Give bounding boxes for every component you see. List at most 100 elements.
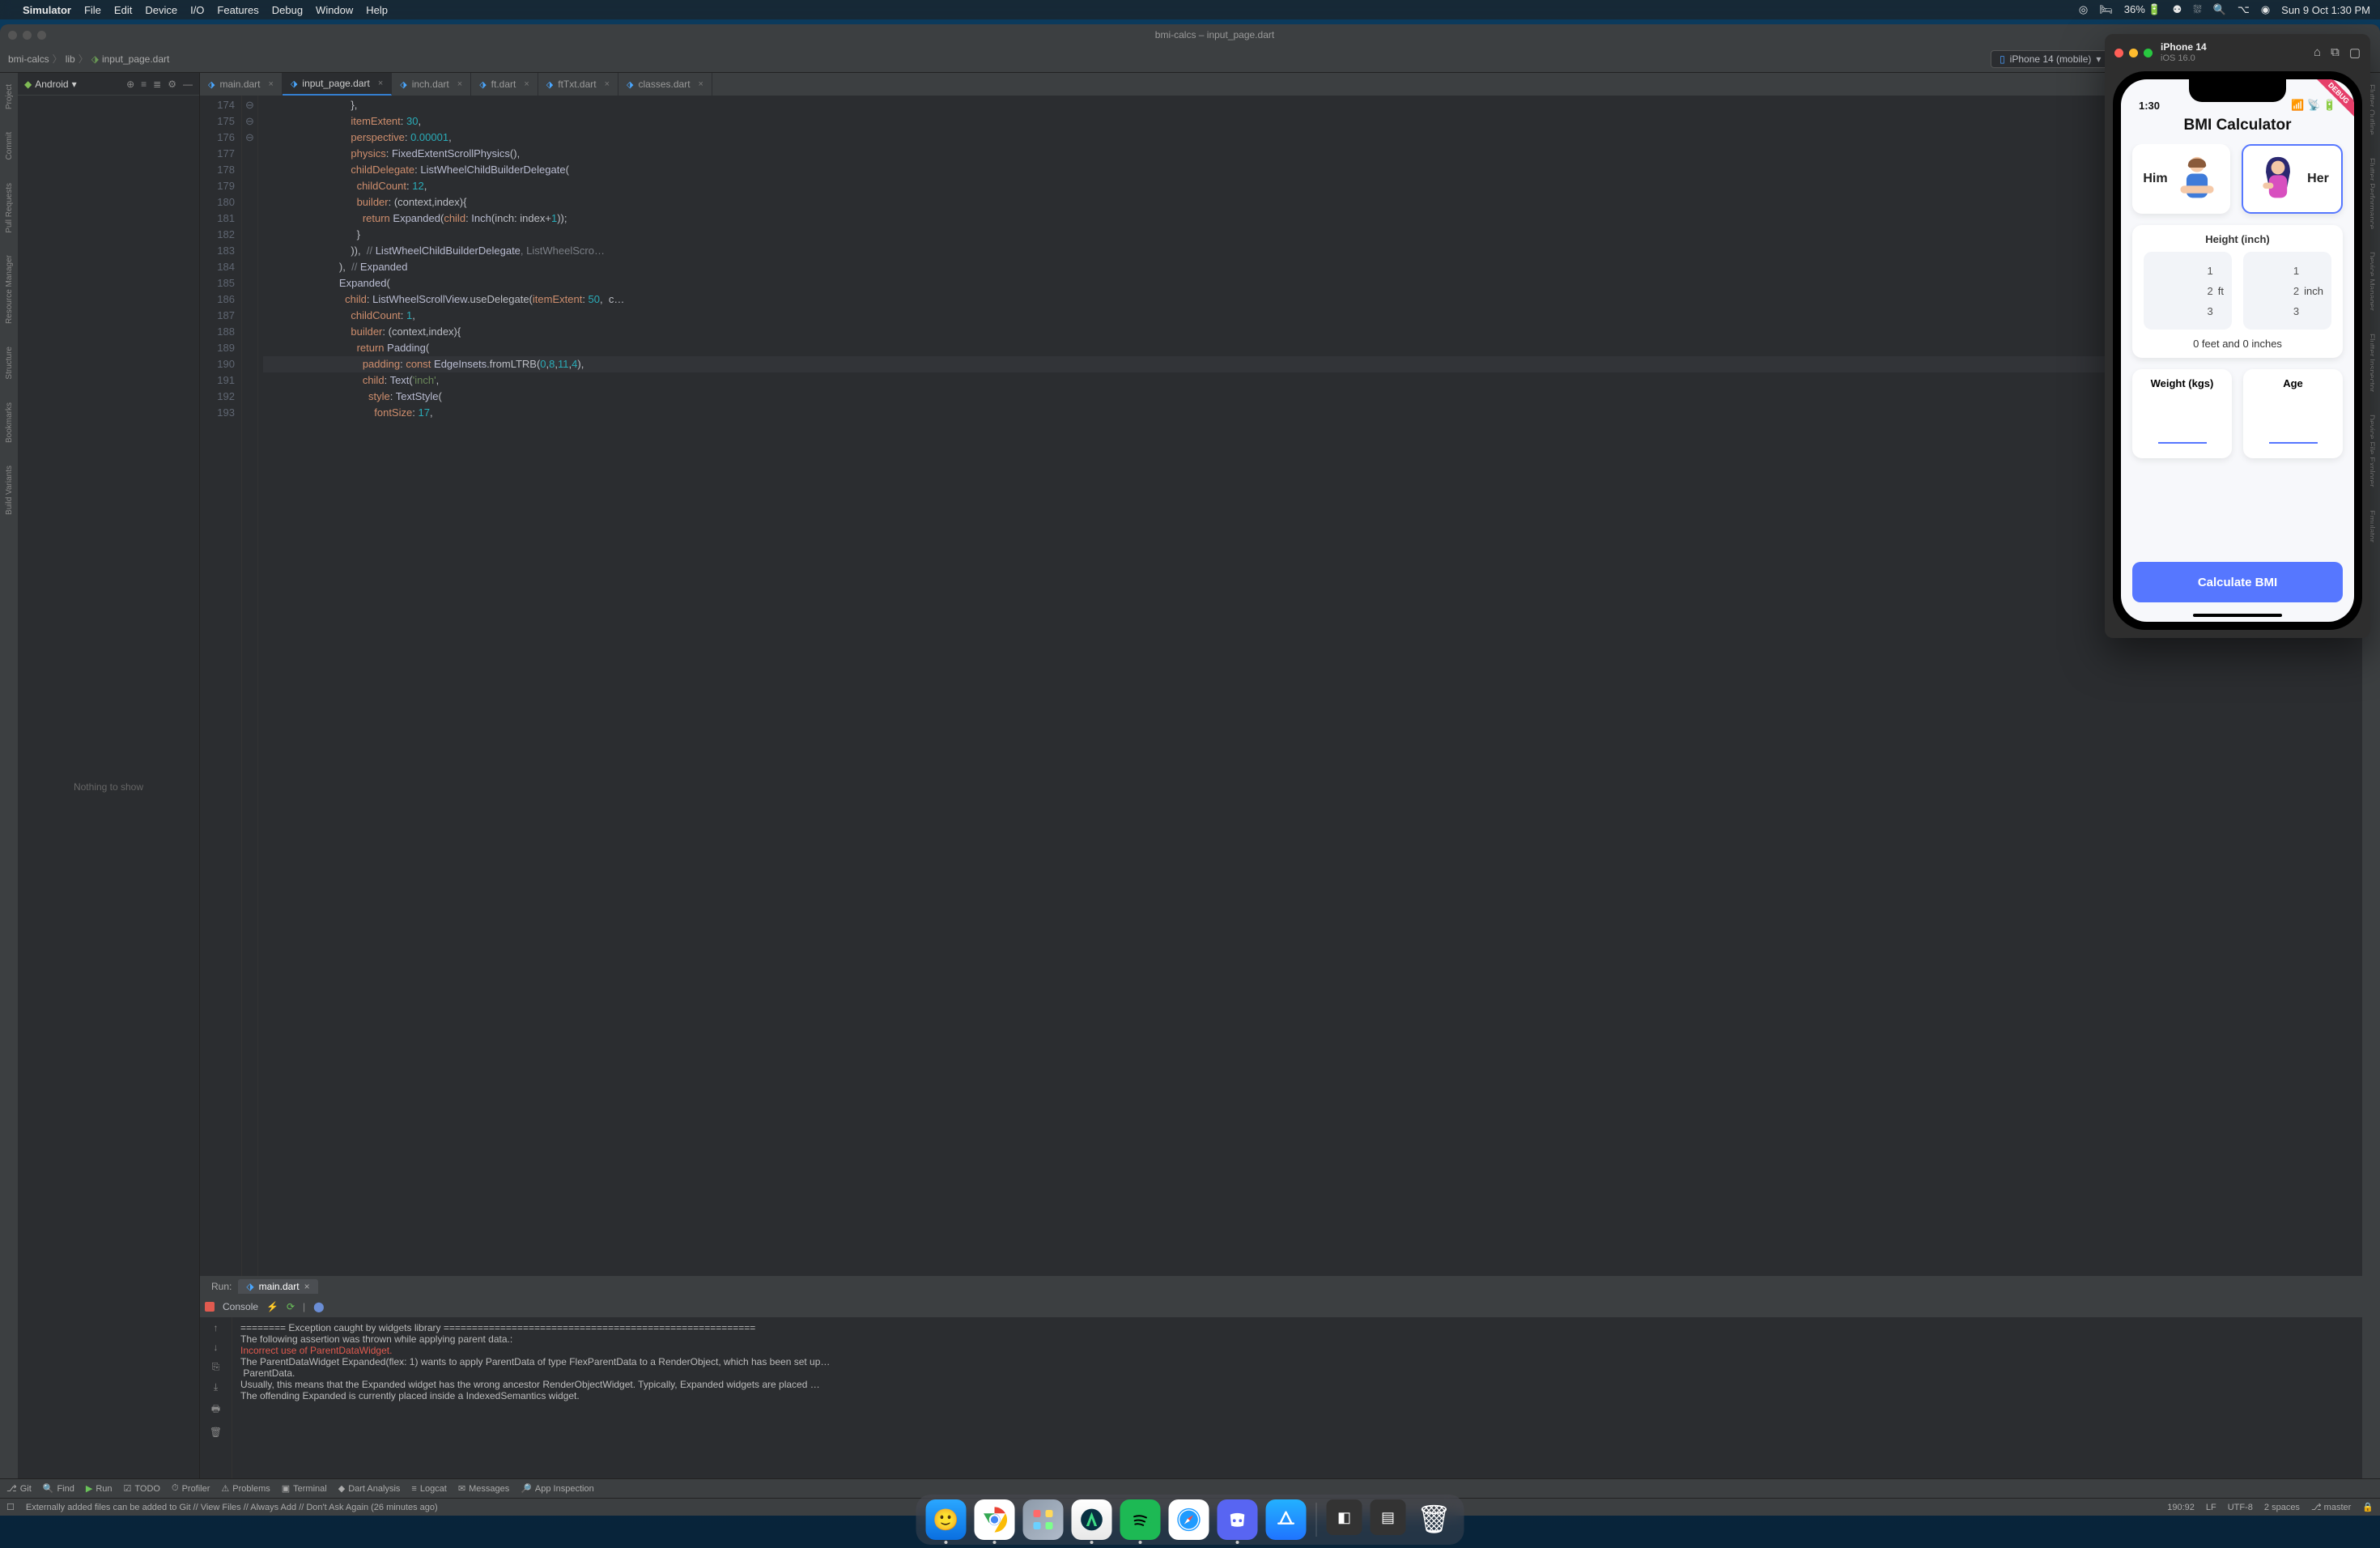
home-indicator[interactable] <box>2193 614 2282 617</box>
print-icon[interactable]: 🖶 <box>211 1401 220 1418</box>
feet-wheel[interactable]: 1 2 3 ft <box>2144 252 2232 330</box>
rail-resource-manager[interactable]: Resource Manager <box>5 252 14 327</box>
inch-wheel[interactable]: 1 2 3 inch <box>2243 252 2331 330</box>
status-lock-icon[interactable]: 🔒 <box>2362 1502 2374 1512</box>
bottom-run[interactable]: ▶ Run <box>86 1483 113 1494</box>
status-encoding[interactable]: UTF-8 <box>2228 1503 2253 1512</box>
screen-record-icon[interactable]: ◎ <box>2079 3 2088 16</box>
console-output[interactable]: ======== Exception caught by widgets lib… <box>232 1317 2362 1478</box>
tab-inch-dart[interactable]: ⬗inch.dart× <box>392 73 471 96</box>
bottom-terminal[interactable]: ▣ Terminal <box>282 1483 327 1494</box>
close-icon[interactable]: × <box>457 79 462 89</box>
rail-build-variants[interactable]: Build Variants <box>5 462 14 518</box>
bottom-profiler[interactable]: ⏱ Profiler <box>172 1483 210 1494</box>
rail-commit[interactable]: Commit <box>5 129 14 163</box>
dock-recent-2[interactable]: ▤ <box>1371 1499 1406 1535</box>
bottom-app-inspection[interactable]: 🔎 App Inspection <box>521 1483 593 1494</box>
do-not-disturb-icon[interactable]: 🛏 <box>2099 3 2113 16</box>
bottom-problems[interactable]: ⚠ Problems <box>221 1483 270 1494</box>
run-config-tab[interactable]: ⬗ main.dart × <box>238 1279 317 1294</box>
menubar-item-debug[interactable]: Debug <box>272 4 303 16</box>
dock-android-studio[interactable] <box>1072 1499 1112 1540</box>
screenshot-icon[interactable]: ⧉ <box>2331 45 2340 60</box>
tab-ft-dart[interactable]: ⬗ft.dart× <box>471 73 538 96</box>
control-center-icon[interactable]: ⌥ <box>2238 3 2250 16</box>
tab-fttxt-dart[interactable]: ⬗ftTxt.dart× <box>538 73 618 96</box>
status-branch[interactable]: ⎇ master <box>2311 1502 2351 1512</box>
expand-all-icon[interactable]: ≡ <box>141 79 147 90</box>
menubar-item-help[interactable]: Help <box>366 4 388 16</box>
rail-bookmarks[interactable]: Bookmarks <box>5 399 14 446</box>
dock-spotify[interactable] <box>1120 1499 1161 1540</box>
close-icon[interactable]: × <box>605 79 610 89</box>
rail-pull-requests[interactable]: Pull Requests <box>5 180 14 236</box>
dock-app-store[interactable] <box>1266 1499 1307 1540</box>
notification-icon[interactable]: ☐ <box>6 1502 15 1512</box>
weight-card[interactable]: Weight (kgs) <box>2132 369 2232 458</box>
menubar-item-device[interactable]: Device <box>145 4 177 16</box>
bottom-git[interactable]: ⎇ Git <box>6 1483 32 1494</box>
menubar-item-window[interactable]: Window <box>316 4 353 16</box>
dock-launchpad[interactable] <box>1023 1499 1064 1540</box>
status-line-sep[interactable]: LF <box>2206 1503 2216 1512</box>
trash-icon[interactable]: 🗑 <box>210 1427 222 1438</box>
status-caret-pos[interactable]: 190:92 <box>2167 1503 2195 1512</box>
project-view-selector[interactable]: ◆ Android ▾ <box>24 79 77 90</box>
tab-main-dart[interactable]: ⬗main.dart× <box>200 73 283 96</box>
menubar-app-name[interactable]: Simulator <box>23 4 71 16</box>
close-icon[interactable]: × <box>304 1281 310 1292</box>
home-icon[interactable]: ⌂ <box>2314 45 2321 60</box>
gender-card-her[interactable]: Her <box>2242 144 2343 214</box>
bottom-find[interactable]: 🔍 Find <box>43 1483 74 1494</box>
stop-button[interactable] <box>205 1302 215 1312</box>
device-selector[interactable]: ▯ iPhone 14 (mobile) ▾ <box>1991 50 2110 68</box>
dock-recent-1[interactable]: ◧ <box>1327 1499 1362 1535</box>
traffic-lights[interactable] <box>2114 49 2153 57</box>
close-icon[interactable]: × <box>699 79 703 89</box>
down-icon[interactable]: ↓ <box>214 1342 219 1353</box>
menubar-item-file[interactable]: File <box>84 4 101 16</box>
close-icon[interactable]: × <box>524 79 529 89</box>
status-message[interactable]: Externally added files can be added to G… <box>26 1503 438 1512</box>
bottom-messages[interactable]: ✉ Messages <box>458 1483 509 1494</box>
dock-safari[interactable] <box>1169 1499 1209 1540</box>
code-editor[interactable]: 1741751761771781791801811821831841851861… <box>200 96 2362 1276</box>
menubar-item-features[interactable]: Features <box>217 4 258 16</box>
menubar-item-io[interactable]: I/O <box>190 4 204 16</box>
rotate-icon[interactable]: ▢ <box>2349 45 2361 60</box>
collapse-all-icon[interactable]: ≣ <box>153 79 161 90</box>
rail-project[interactable]: Project <box>5 81 14 113</box>
tab-classes-dart[interactable]: ⬗classes.dart× <box>618 73 712 96</box>
traffic-lights[interactable] <box>8 31 46 40</box>
calculate-button[interactable]: Calculate BMI <box>2132 562 2343 602</box>
dock-finder[interactable]: 🙂 <box>926 1499 967 1540</box>
dock-discord[interactable] <box>1218 1499 1258 1540</box>
wifi-icon[interactable]: ⚉ <box>2173 3 2182 16</box>
siri-icon[interactable]: ◉ <box>2261 3 2270 16</box>
status-indent[interactable]: 2 spaces <box>2264 1503 2300 1512</box>
locate-icon[interactable]: ⊕ <box>126 79 134 90</box>
gender-card-him[interactable]: Him <box>2132 144 2230 214</box>
breadcrumb[interactable]: bmi-calcs 〉 lib 〉 ⬗ input_page.dart <box>8 52 169 66</box>
gear-icon[interactable]: ⚙ <box>168 79 176 90</box>
close-icon[interactable]: × <box>269 79 274 89</box>
fold-gutter[interactable]: ⊖ ⊖ ⊖ <box>242 96 258 1276</box>
age-card[interactable]: Age <box>2243 369 2343 458</box>
dock-trash[interactable]: 🗑 <box>1414 1499 1455 1540</box>
rain-icon[interactable]: ⛆ <box>2193 3 2201 16</box>
console-label[interactable]: Console <box>223 1301 258 1312</box>
hot-reload-icon[interactable]: ⚡ <box>266 1301 278 1312</box>
devtools-icon[interactable]: ⬤ <box>313 1301 324 1312</box>
code-content[interactable]: }, itemExtent: 30, perspective: 0.00001,… <box>258 96 2362 1276</box>
menubar-clock[interactable]: Sun 9 Oct 1:30 PM <box>2281 4 2370 16</box>
bottom-logcat[interactable]: ≡ Logcat <box>411 1484 446 1494</box>
breadcrumb-project[interactable]: bmi-calcs <box>8 53 49 65</box>
bottom-dart-analysis[interactable]: ◆ Dart Analysis <box>338 1483 401 1494</box>
spotlight-icon[interactable]: 🔍 <box>2213 3 2226 16</box>
hide-icon[interactable]: — <box>183 79 193 90</box>
dock-chrome[interactable] <box>975 1499 1015 1540</box>
scroll-end-icon[interactable]: ⤓ <box>214 1381 218 1393</box>
menubar-item-edit[interactable]: Edit <box>114 4 132 16</box>
close-icon[interactable]: × <box>378 79 383 88</box>
hot-restart-icon[interactable]: ⟳ <box>287 1301 295 1312</box>
